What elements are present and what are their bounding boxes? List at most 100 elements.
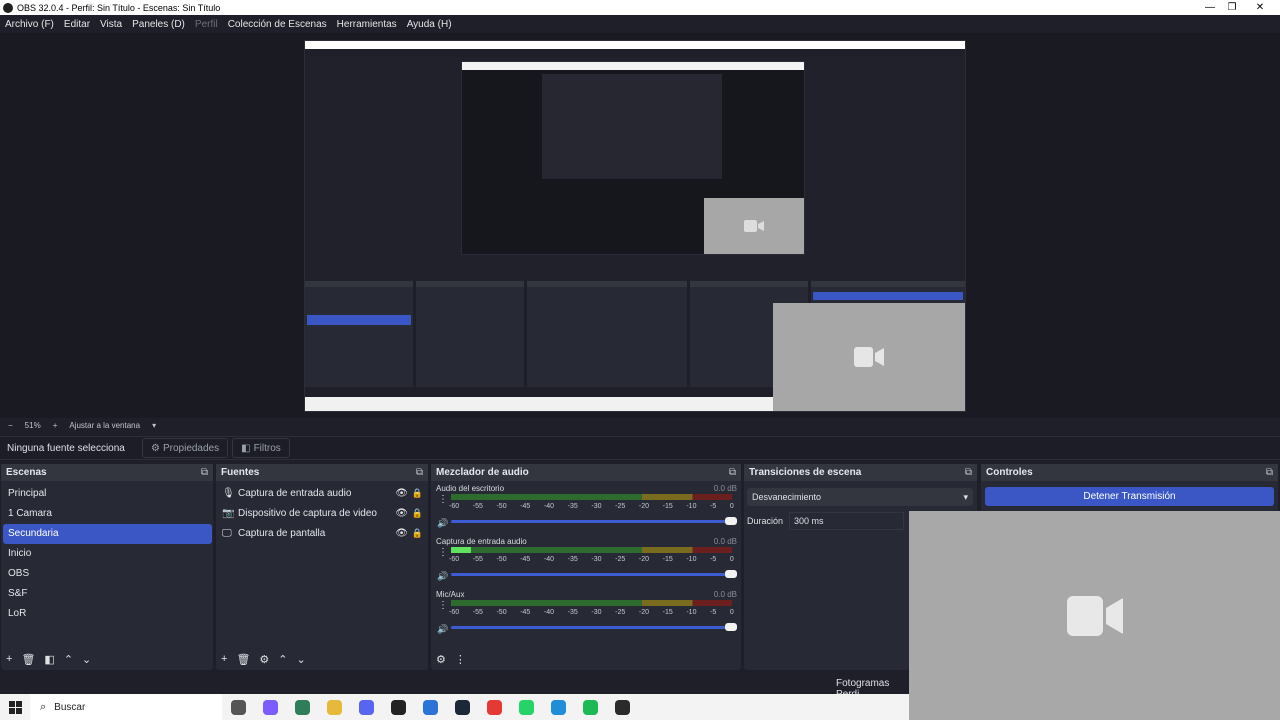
source-item[interactable]: 🎙 Captura de entrada audio 👁 🔒	[216, 483, 428, 503]
lock-icon[interactable]: 🔒	[412, 488, 423, 499]
transition-select[interactable]: Desvanecimiento ▾	[747, 488, 973, 506]
move-up-icon[interactable]: ⌃	[278, 653, 287, 666]
taskbar-app[interactable]	[446, 699, 478, 715]
scene-item-selected[interactable]: Secundaria	[3, 524, 212, 544]
fit-to-window-button[interactable]: Ajustar a la ventana	[69, 421, 140, 430]
lock-icon[interactable]: 🔒	[412, 528, 423, 539]
properties-label: Propiedades	[162, 442, 220, 454]
volume-slider-knob[interactable]	[725, 517, 737, 525]
undock-icon[interactable]: ⧉	[965, 467, 972, 478]
move-down-icon[interactable]: ⌄	[82, 653, 91, 666]
menu-vista[interactable]: Vista	[100, 19, 122, 30]
sources-toolbar: + 🗑 ⚙ ⌃ ⌄	[216, 652, 428, 666]
visibility-icon[interactable]: 👁	[395, 508, 408, 519]
zoom-dropdown-icon[interactable]: ▾	[152, 421, 156, 430]
menu-paneles[interactable]: Paneles (D)	[132, 19, 185, 30]
scene-item[interactable]: Inicio	[3, 544, 212, 564]
source-item[interactable]: 🖵 Captura de pantalla 👁 🔒	[216, 523, 428, 543]
scene-filters-icon[interactable]: ◧	[44, 653, 54, 666]
menu-coleccion-escenas[interactable]: Colección de Escenas	[228, 19, 327, 30]
visibility-icon[interactable]: 👁	[395, 528, 408, 539]
properties-button[interactable]: ⚙ Propiedades	[142, 438, 229, 458]
volume-slider-knob[interactable]	[725, 623, 737, 631]
scale-tick-label: -60	[449, 556, 460, 563]
scene-item[interactable]: OBS	[3, 564, 212, 584]
remove-scene-icon[interactable]: 🗑	[21, 653, 35, 666]
scale-tick-label: -40	[543, 556, 555, 563]
channel-menu-icon[interactable]: ⋮	[438, 600, 448, 611]
volume-slider[interactable]	[451, 623, 737, 631]
microphone-icon: 🎙	[222, 487, 235, 499]
preview-canvas[interactable]	[304, 40, 966, 412]
menu-ayuda[interactable]: Ayuda (H)	[407, 19, 452, 30]
scene-item[interactable]: Principal	[3, 484, 212, 504]
transitions-header: Transiciones de escena ⧉	[744, 464, 977, 481]
volume-meter	[451, 494, 732, 500]
scale-tick-label: 0	[729, 609, 734, 616]
scene-item[interactable]: S&F	[3, 584, 212, 604]
zoom-value: 51%	[24, 420, 41, 430]
channel-menu-icon[interactable]: ⋮	[438, 494, 448, 505]
scale-tick-label: -55	[472, 503, 483, 510]
menu-editar[interactable]: Editar	[64, 19, 90, 30]
move-down-icon[interactable]: ⌄	[297, 653, 306, 666]
camera-icon: 📷	[222, 507, 235, 519]
volume-slider[interactable]	[451, 517, 737, 525]
taskbar-app[interactable]	[574, 699, 606, 715]
taskbar-app[interactable]	[510, 699, 542, 715]
taskbar-app[interactable]	[542, 699, 574, 715]
menu-perfil[interactable]: Perfil	[195, 19, 218, 30]
channel-header: Captura de entrada audio 0.0 dB	[436, 537, 737, 546]
close-button[interactable]: ✕	[1240, 0, 1280, 15]
preview-area[interactable]	[0, 33, 1280, 418]
source-context-bar: Ninguna fuente selecciona ⚙ Propiedades …	[0, 436, 1280, 460]
move-up-icon[interactable]: ⌃	[64, 653, 73, 666]
speaker-icon[interactable]: 🔊	[437, 624, 448, 635]
scale-tick-label: -60	[449, 503, 460, 510]
nested-title-bar	[305, 41, 965, 49]
add-source-icon[interactable]: +	[221, 653, 227, 665]
source-settings-icon[interactable]: ⚙	[259, 653, 269, 666]
duration-input[interactable]: 300 ms	[789, 512, 905, 530]
taskbar-app[interactable]	[606, 699, 638, 715]
taskbar-app[interactable]	[414, 699, 446, 715]
zoom-in-button[interactable]: +	[53, 421, 58, 430]
lock-icon[interactable]: 🔒	[412, 508, 423, 519]
undock-icon[interactable]: ⧉	[1266, 467, 1273, 478]
explorer-icon	[326, 699, 342, 715]
remove-source-icon[interactable]: 🗑	[236, 653, 250, 666]
taskbar-app[interactable]	[382, 699, 414, 715]
taskbar-app[interactable]	[222, 699, 254, 715]
volume-slider-knob[interactable]	[725, 570, 737, 578]
add-scene-icon[interactable]: +	[6, 653, 12, 665]
taskbar-app[interactable]	[350, 699, 382, 715]
source-item[interactable]: 📷 Dispositivo de captura de video 👁 🔒	[216, 503, 428, 523]
undock-icon[interactable]: ⧉	[201, 467, 208, 478]
scene-item[interactable]: LoR	[3, 604, 212, 624]
meter-level	[451, 547, 471, 553]
zoom-out-button[interactable]: −	[8, 421, 13, 430]
visibility-icon[interactable]: 👁	[395, 488, 408, 499]
advanced-audio-icon[interactable]: ⚙	[436, 653, 446, 666]
scale-tick-label: -20	[638, 609, 649, 616]
channel-menu-icon[interactable]: ⋮	[438, 547, 448, 558]
menu-herramientas[interactable]: Herramientas	[337, 19, 397, 30]
undock-icon[interactable]: ⧉	[416, 467, 423, 478]
stop-stream-button[interactable]: Detener Transmisión	[985, 487, 1274, 506]
mixer-menu-icon[interactable]: ⋮	[455, 653, 466, 666]
whatsapp-icon	[518, 699, 534, 715]
volume-slider[interactable]	[451, 570, 737, 578]
menu-archivo[interactable]: Archivo (F)	[5, 19, 54, 30]
taskbar-app[interactable]	[478, 699, 510, 715]
start-button[interactable]	[0, 700, 30, 714]
taskbar-search[interactable]: ⌕ Buscar	[30, 694, 222, 720]
undock-icon[interactable]: ⧉	[729, 467, 736, 478]
taskbar-app[interactable]	[286, 699, 318, 715]
taskbar-app[interactable]	[318, 699, 350, 715]
speaker-icon[interactable]: 🔊	[437, 518, 448, 529]
taskbar-app[interactable]	[254, 699, 286, 715]
monitor-icon: 🖵	[222, 527, 232, 539]
filters-button[interactable]: ◧ Filtros	[232, 438, 290, 458]
scene-item[interactable]: 1 Camara	[3, 504, 212, 524]
speaker-icon[interactable]: 🔊	[437, 571, 448, 582]
